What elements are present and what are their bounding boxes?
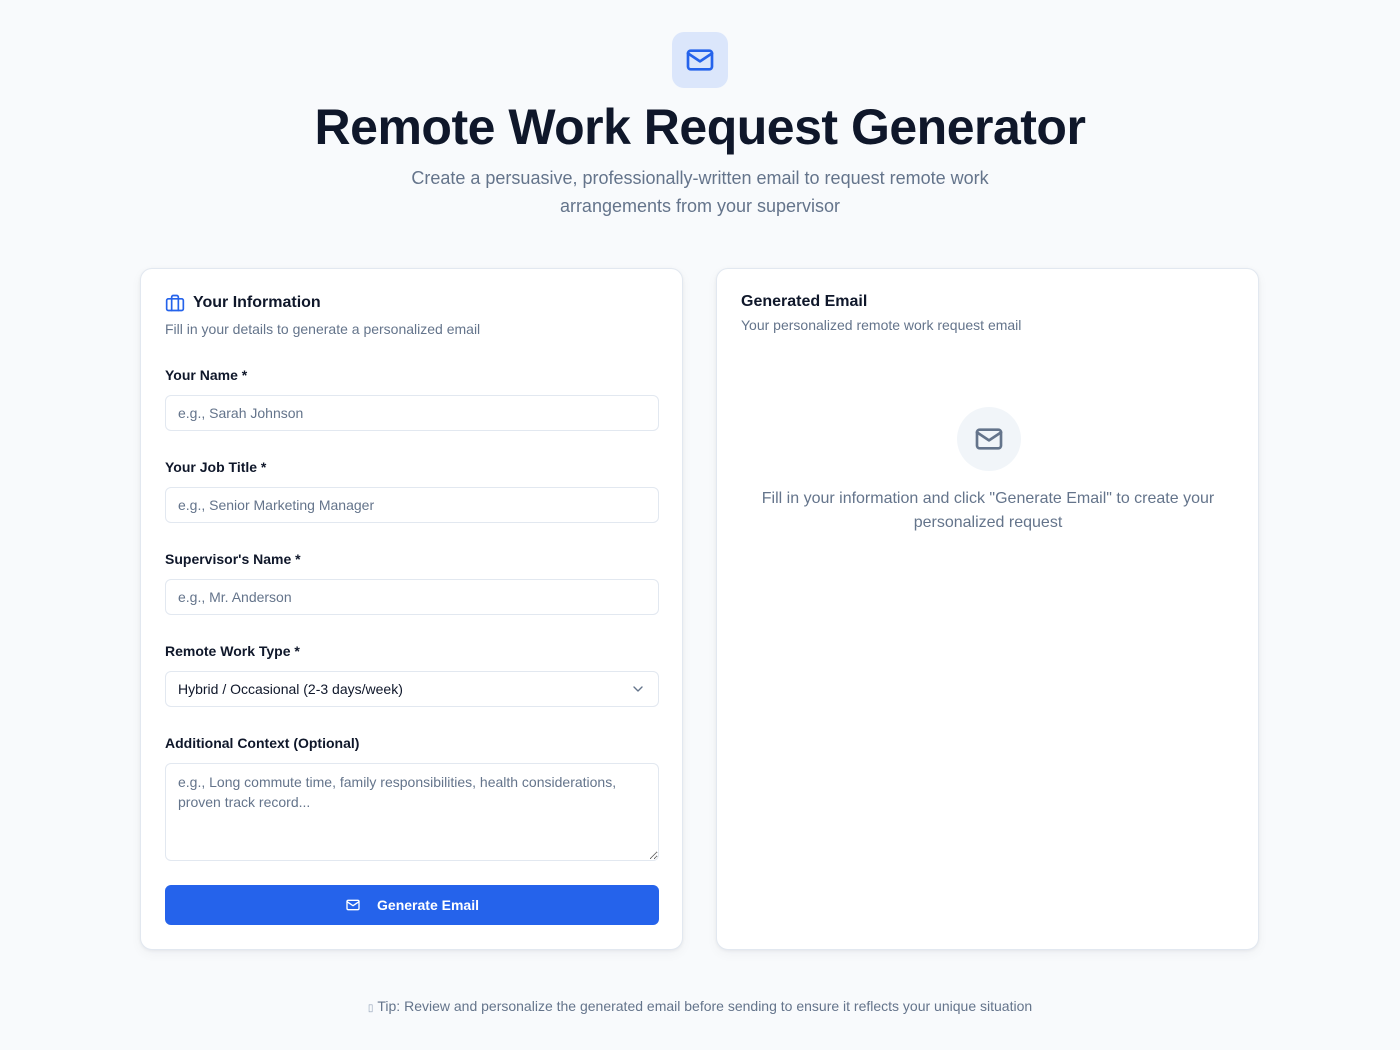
footer-tip-text: Tip: Review and personalize the generate… (377, 998, 1033, 1014)
job-title-input[interactable] (165, 487, 659, 523)
work-type-label: Remote Work Type * (165, 643, 300, 659)
generated-email-description: Your personalized remote work request em… (741, 317, 1022, 333)
generate-email-button[interactable]: Generate Email (165, 885, 659, 925)
work-type-selected-value: Hybrid / Occasional (2-3 days/week) (178, 681, 403, 697)
supervisor-input[interactable] (165, 579, 659, 615)
mail-icon (346, 899, 360, 911)
briefcase-icon (165, 294, 185, 312)
information-card-header: Your Information (165, 293, 321, 313)
empty-state-badge (957, 407, 1021, 471)
footer-tip: ▯ Tip: Review and personalize the generat… (0, 998, 1400, 1014)
context-label: Additional Context (Optional) (165, 735, 360, 751)
generated-email-header: Generated Email (741, 293, 867, 311)
empty-state-message: Fill in your information and click "Gene… (761, 490, 1215, 531)
context-textarea[interactable] (165, 763, 659, 861)
page-title: Remote Work Request Generator (314, 99, 1086, 155)
lightbulb-icon: ▯ (367, 1003, 374, 1014)
work-type-select[interactable]: Hybrid / Occasional (2-3 days/week) (165, 671, 659, 707)
generated-email-title: Generated Email (741, 293, 868, 310)
chevron-down-icon (633, 686, 643, 692)
name-input[interactable] (165, 395, 659, 431)
information-card-description: Fill in your details to generate a perso… (165, 321, 481, 337)
information-card-title: Your Information (193, 294, 321, 311)
mail-icon (975, 428, 1003, 450)
supervisor-label: Supervisor's Name * (165, 551, 301, 567)
mail-icon (686, 49, 714, 71)
generated-email-card: Generated Email Your personalized remote… (716, 268, 1259, 950)
generate-email-label: Generate Email (377, 897, 479, 913)
information-card: Your Information Fill in your details to… (140, 268, 683, 950)
logo-badge (672, 32, 728, 88)
job-title-label: Your Job Title * (165, 459, 267, 475)
name-label: Your Name * (165, 367, 248, 383)
page-subtitle: Create a persuasive, professionally-writ… (411, 168, 989, 216)
